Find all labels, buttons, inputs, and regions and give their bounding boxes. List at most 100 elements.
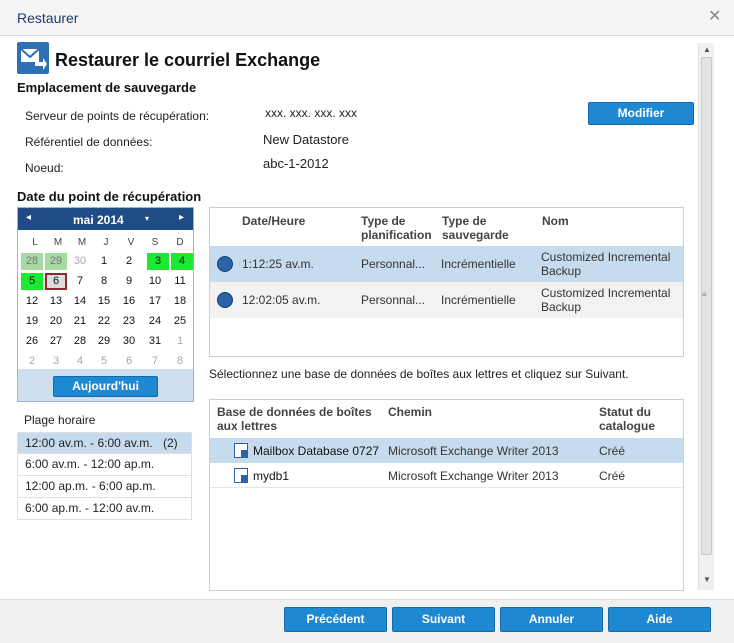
calendar-day[interactable]: 8 <box>169 353 191 370</box>
today-button[interactable]: Aujourd'hui <box>53 376 158 397</box>
calendar-day[interactable]: 24 <box>144 313 166 330</box>
calendar-day[interactable]: 2 <box>21 353 43 370</box>
column-header-name[interactable]: Nom <box>542 214 569 228</box>
calendar-day[interactable]: 4 <box>171 253 193 270</box>
time-range-label: 6:00 av.m. - 12:00 ap.m. <box>25 457 155 471</box>
column-header-backup-type[interactable]: Type de sauvegarde <box>442 214 517 242</box>
dialog-titlebar: Restaurer ✕ <box>0 0 734 36</box>
scrollbar-thumb[interactable] <box>701 57 712 555</box>
datastore-value: New Datastore <box>263 132 349 147</box>
time-range-item[interactable]: 6:00 ap.m. - 12:00 av.m. <box>17 498 192 520</box>
weekday-label: M <box>77 237 87 248</box>
calendar-day[interactable]: 22 <box>93 313 115 330</box>
mailbox-database-icon <box>234 468 248 483</box>
next-button[interactable]: Suivant <box>392 607 495 632</box>
cancel-button[interactable]: Annuler <box>500 607 603 632</box>
row-backup-type: Incrémentielle <box>441 293 516 307</box>
calendar-day[interactable]: 12 <box>21 293 43 310</box>
row-time: 12:02:05 av.m. <box>242 293 321 307</box>
calendar-day[interactable]: 17 <box>144 293 166 310</box>
row-name: Customized Incremental Backup <box>541 250 671 278</box>
calendar-day[interactable]: 10 <box>144 273 166 290</box>
column-header-path[interactable]: Chemin <box>388 405 432 419</box>
column-header-catalog-status[interactable]: Statut du catalogue <box>599 405 669 433</box>
server-label: Serveur de points de récupération: <box>25 109 210 123</box>
mailbox-name: Mailbox Database 0727 <box>253 444 380 458</box>
mailbox-row[interactable]: mydb1 Microsoft Exchange Writer 2013 Cré… <box>210 463 683 488</box>
calendar-day[interactable]: 1 <box>93 253 115 270</box>
time-range-item[interactable]: 6:00 av.m. - 12:00 ap.m. <box>17 454 192 476</box>
calendar-day[interactable]: 7 <box>69 273 91 290</box>
time-range-label: 12:00 ap.m. - 6:00 ap.m. <box>25 479 156 493</box>
time-range-item[interactable]: 12:00 av.m. - 6:00 av.m. (2) <box>17 432 192 454</box>
calendar-day[interactable]: 1 <box>169 333 191 350</box>
calendar-month-label[interactable]: mai 2014 <box>73 213 124 227</box>
vertical-scrollbar[interactable]: ▲ ≡ ▼ <box>698 43 714 590</box>
calendar-day[interactable]: 4 <box>69 353 91 370</box>
weekday-label: D <box>176 237 184 248</box>
row-time: 1:12:25 av.m. <box>242 257 314 271</box>
calendar-day[interactable]: 14 <box>69 293 91 310</box>
month-dropdown-icon[interactable]: ▾ <box>145 214 149 223</box>
recovery-point-row[interactable]: 1:12:25 av.m. Personnal... Incrémentiell… <box>210 246 683 282</box>
time-range-item[interactable]: 12:00 ap.m. - 6:00 ap.m. <box>17 476 192 498</box>
calendar-day[interactable]: 16 <box>118 293 140 310</box>
previous-button[interactable]: Précédent <box>284 607 387 632</box>
calendar-day[interactable]: 5 <box>21 273 43 290</box>
exchange-restore-icon <box>17 42 49 74</box>
calendar-day[interactable]: 27 <box>45 333 67 350</box>
calendar-day[interactable]: 7 <box>144 353 166 370</box>
calendar-day[interactable]: 25 <box>169 313 191 330</box>
calendar-day[interactable]: 31 <box>144 333 166 350</box>
column-header-schedule[interactable]: Type de planification <box>361 214 436 242</box>
calendar-day[interactable]: 9 <box>118 273 140 290</box>
prev-month-icon[interactable]: ◂ <box>26 212 31 223</box>
recovery-point-row[interactable]: 12:02:05 av.m. Personnal... Incrémentiel… <box>210 282 683 318</box>
dialog-title: Restaurer <box>17 10 79 26</box>
calendar-day[interactable]: 30 <box>69 253 91 270</box>
close-icon[interactable]: ✕ <box>708 6 721 26</box>
scroll-grip-icon: ≡ <box>702 290 707 299</box>
calendar-day[interactable]: 13 <box>45 293 67 310</box>
scroll-up-icon[interactable]: ▲ <box>703 45 711 54</box>
calendar-day[interactable]: 30 <box>118 333 140 350</box>
mailbox-status: Créé <box>599 469 626 483</box>
row-schedule: Personnal... <box>361 293 426 307</box>
column-header-database[interactable]: Base de données de boîtes aux lettres <box>217 405 382 433</box>
calendar-header: ◂ mai 2014 ▾ ▸ <box>18 208 193 230</box>
calendar-day[interactable]: 5 <box>93 353 115 370</box>
column-header-datetime[interactable]: Date/Heure <box>242 214 305 228</box>
calendar-day[interactable]: 3 <box>147 253 169 270</box>
calendar-day[interactable]: 3 <box>45 353 67 370</box>
calendar-day[interactable]: 21 <box>69 313 91 330</box>
modify-button[interactable]: Modifier <box>588 102 694 125</box>
weekday-label: V <box>127 237 135 248</box>
calendar-day[interactable]: 15 <box>93 293 115 310</box>
calendar-day[interactable]: 26 <box>21 333 43 350</box>
calendar-day[interactable]: 19 <box>21 313 43 330</box>
calendar-day-selected[interactable]: 6 <box>45 273 67 290</box>
calendar-day[interactable]: 18 <box>169 293 191 310</box>
next-month-icon[interactable]: ▸ <box>179 212 184 223</box>
help-button[interactable]: Aide <box>608 607 711 632</box>
calendar-day[interactable]: 29 <box>45 253 67 270</box>
mailbox-database-table: Base de données de boîtes aux lettres Ch… <box>209 399 684 591</box>
calendar-day[interactable]: 23 <box>118 313 140 330</box>
weekday-label: L <box>32 237 38 248</box>
calendar-day[interactable]: 29 <box>93 333 115 350</box>
calendar-day[interactable]: 20 <box>45 313 67 330</box>
scroll-down-icon[interactable]: ▼ <box>703 575 711 584</box>
calendar-day[interactable]: 6 <box>118 353 140 370</box>
calendar-day[interactable]: 11 <box>169 273 191 290</box>
calendar-day[interactable]: 2 <box>118 253 140 270</box>
mailbox-path: Microsoft Exchange Writer 2013 <box>388 444 559 458</box>
mailbox-row[interactable]: Mailbox Database 0727 Microsoft Exchange… <box>210 438 683 463</box>
weekday-label: M <box>53 237 63 248</box>
calendar-day[interactable]: 28 <box>69 333 91 350</box>
page-title: Restaurer le courriel Exchange <box>55 50 321 70</box>
time-range-label: 12:00 av.m. - 6:00 av.m. <box>25 436 153 450</box>
calendar-footer: Aujourd'hui <box>18 369 193 401</box>
calendar-day[interactable]: 8 <box>93 273 115 290</box>
time-range-count: (2) <box>163 436 178 450</box>
calendar-day[interactable]: 28 <box>21 253 43 270</box>
